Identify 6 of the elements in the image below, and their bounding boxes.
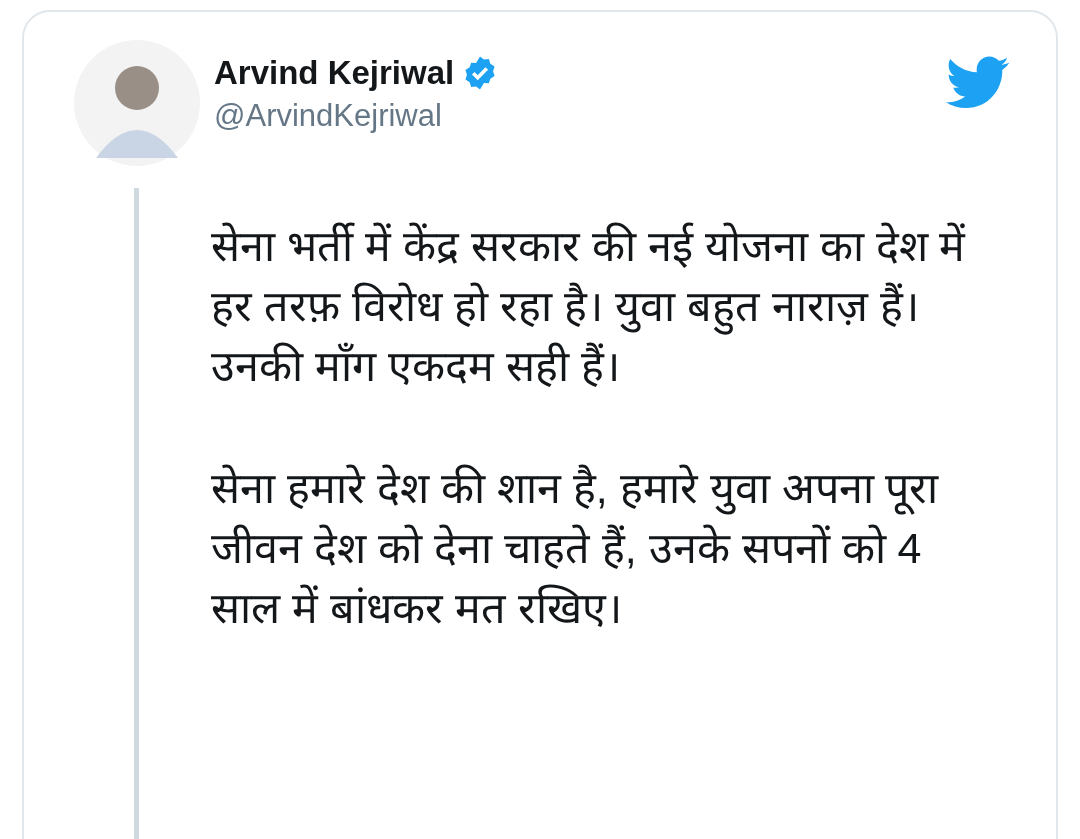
tweet-text: सेना भर्ती में केंद्र सरकार की नई योजना का देश में हर तरफ़ विरोध हो रहा है। युवा बहुत नाराज़ हैं। उनकी माँग एकदम सही हैं। [211, 221, 967, 392]
author-name: Arvind Kejriwal [214, 53, 455, 93]
author-handle: @ArvindKejriwal [214, 97, 443, 136]
avatar[interactable] [74, 40, 200, 166]
tweet-text: सेना हमारे देश की शान है, हमारे युवा अपना पूरा जीवन देश को देना चाहते हैं, उनके सपनों को 4 साल में बांधकर मत रखिए। [211, 463, 940, 634]
bird-icon [946, 56, 1010, 110]
